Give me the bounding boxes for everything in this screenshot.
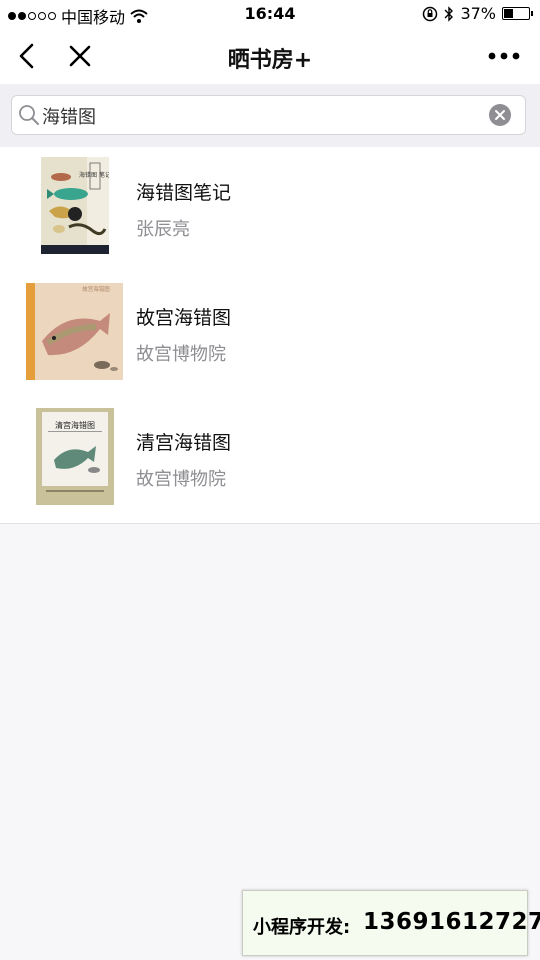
nav-bar: 晒书房+ <box>0 28 540 84</box>
battery-icon <box>502 7 533 20</box>
developer-contact-banner: 小程序开发: 13691612727 <box>242 890 540 956</box>
rotation-lock-icon <box>423 6 438 21</box>
banner-phone: 13691612727 <box>363 909 540 935</box>
banner-label: 小程序开发: <box>253 917 351 938</box>
cover-title-text: 故宫海错图 <box>82 285 110 293</box>
search-icon <box>19 105 39 125</box>
book-author: 张辰亮 <box>136 219 190 240</box>
battery-fill <box>504 9 513 18</box>
list-item[interactable]: 海错图 笔记 海错图笔记 张辰亮 <box>0 147 540 272</box>
bluetooth-icon <box>444 5 454 22</box>
status-bar: 中国移动 16:44 37% <box>0 0 540 28</box>
book-cover-image: 海错图 笔记 <box>41 157 109 254</box>
search-box <box>11 95 526 135</box>
search-input[interactable] <box>42 102 482 130</box>
search-results-list: 海错图 笔记 海错图笔记 张辰亮 故宫海错图 故宫海错图 故宫博物院 清宫海错图… <box>0 147 540 524</box>
more-options-icon[interactable] <box>486 40 522 72</box>
book-author: 故宫博物院 <box>136 344 226 365</box>
list-item[interactable]: 清宫海错图 清宫海错图 故宫博物院 <box>0 397 540 522</box>
battery-percent: 37% <box>460 4 496 23</box>
book-title: 故宫海错图 <box>136 307 232 329</box>
book-author: 故宫博物院 <box>136 469 226 490</box>
cover-title-text: 清宫海错图 <box>55 420 95 430</box>
book-title: 清宫海错图 <box>136 432 232 454</box>
clear-search-icon[interactable] <box>489 104 511 126</box>
search-bar <box>0 84 540 147</box>
list-item[interactable]: 故宫海错图 故宫海错图 故宫博物院 <box>0 272 540 397</box>
status-right: 37% <box>422 4 533 23</box>
book-title: 海错图笔记 <box>136 182 232 204</box>
book-cover-image: 故宫海错图 <box>26 283 123 380</box>
book-cover-image: 清宫海错图 <box>36 408 114 505</box>
cover-title-text: 海错图 笔记 <box>79 171 109 179</box>
page-title: 晒书房+ <box>227 48 313 73</box>
